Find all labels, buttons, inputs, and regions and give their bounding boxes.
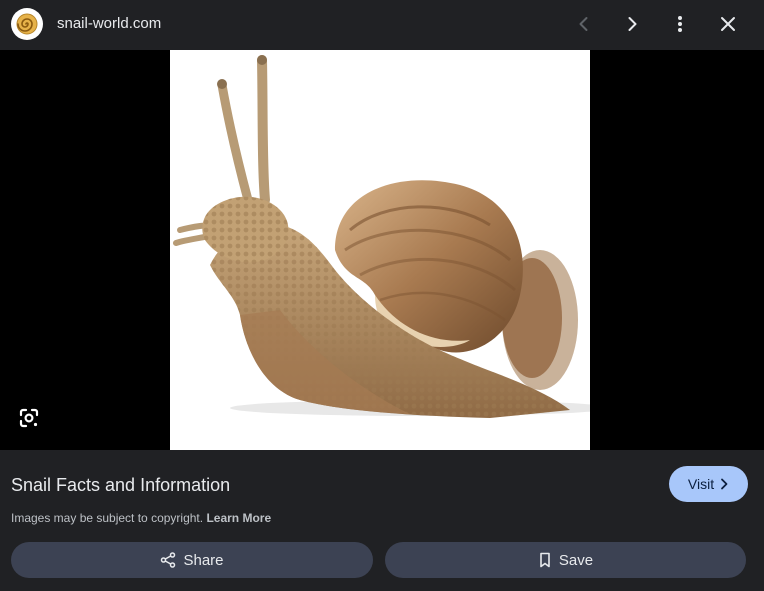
visit-label: Visit [687, 476, 715, 492]
google-lens-icon [18, 407, 40, 429]
lens-search-button[interactable] [14, 403, 44, 433]
more-options-button[interactable] [665, 9, 695, 39]
image-stage [0, 50, 764, 450]
snail-photo[interactable] [170, 50, 590, 450]
share-icon [160, 552, 176, 568]
viewer-header: snail-world.com [0, 0, 764, 50]
chevron-right-icon [622, 14, 642, 34]
bookmark-icon [538, 552, 552, 568]
chevron-right-icon [719, 478, 729, 490]
share-label: Share [183, 551, 224, 569]
site-name[interactable]: snail-world.com [57, 15, 161, 33]
snail-shell-icon [16, 13, 38, 35]
learn-more-link[interactable]: Learn More [206, 511, 271, 525]
copyright-text: Images may be subject to copyright. [11, 511, 204, 525]
save-label: Save [558, 551, 594, 569]
save-button[interactable]: Save [385, 542, 746, 578]
site-favicon[interactable] [11, 8, 43, 40]
previous-button[interactable] [569, 9, 599, 39]
more-vert-icon [670, 14, 690, 34]
visit-button[interactable]: Visit [669, 466, 748, 502]
share-button[interactable]: Share [11, 542, 373, 578]
close-button[interactable] [713, 9, 743, 39]
copyright-notice: Images may be subject to copyright. Lear… [11, 511, 271, 525]
chevron-left-icon [574, 14, 594, 34]
next-button[interactable] [617, 9, 647, 39]
page-title[interactable]: Snail Facts and Information [11, 474, 230, 496]
image-viewer: snail-world.com Snail Facts and Informat… [0, 0, 764, 591]
close-icon [718, 14, 738, 34]
image-info-panel: Snail Facts and Information Visit Images… [0, 450, 764, 591]
